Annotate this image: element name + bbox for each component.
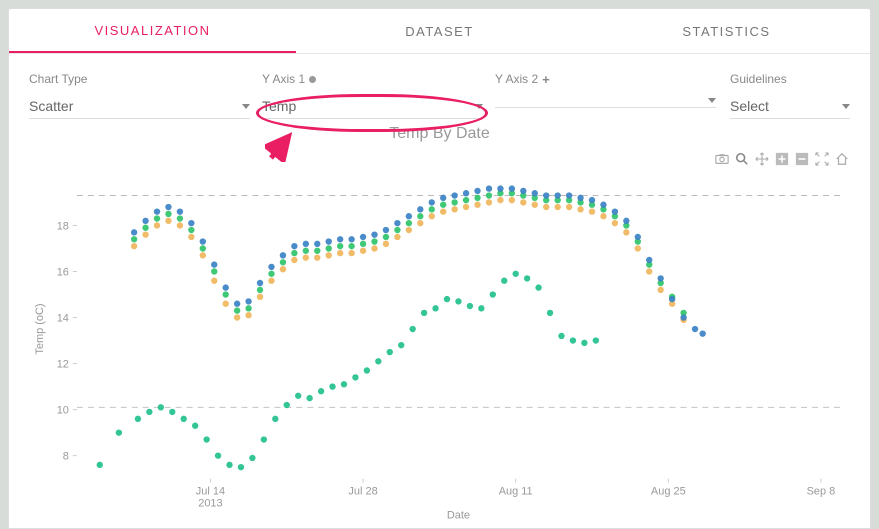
y-axis-1-select[interactable]: Temp [262,94,483,119]
zoom-out-icon[interactable] [794,151,810,167]
guidelines-label: Guidelines [730,72,850,86]
svg-text:Jul 28: Jul 28 [348,486,377,498]
guidelines-value: Select [730,98,769,114]
zoom-in-icon[interactable] [774,151,790,167]
svg-text:Aug 25: Aug 25 [651,486,686,498]
chart-toolbar [714,151,850,167]
tabs: VISUALIZATION DATASET STATISTICS [9,9,870,54]
y-axis-2-label: Y Axis 2 + [495,72,716,86]
svg-text:Temp (oC): Temp (oC) [34,303,46,354]
guidelines-select[interactable]: Select [730,94,850,119]
chart-type-select[interactable]: Scatter [29,94,250,119]
y-axis-1-label: Y Axis 1 [262,72,483,86]
svg-text:Date: Date [447,510,470,522]
home-icon[interactable] [834,151,850,167]
tab-dataset[interactable]: DATASET [296,9,583,53]
y-axis-2-select[interactable] [495,94,716,108]
tab-visualization[interactable]: VISUALIZATION [9,9,296,53]
chart-area: 8 10 12 14 16 18 Temp (oC) Jul 142013 Jul 28 Aug … [29,169,850,523]
svg-text:18: 18 [57,220,69,232]
chevron-down-icon [475,104,483,109]
chart-type-value: Scatter [29,98,73,114]
svg-text:Sep 8: Sep 8 [807,486,836,498]
camera-icon[interactable] [714,151,730,167]
pan-icon[interactable] [754,151,770,167]
svg-text:Aug 11: Aug 11 [499,486,533,498]
zoom-icon[interactable] [734,151,750,167]
svg-text:16: 16 [57,266,69,278]
svg-text:2013: 2013 [198,498,222,510]
svg-text:Jul 14: Jul 14 [196,486,225,498]
autoscale-icon[interactable] [814,151,830,167]
chevron-down-icon [242,104,250,109]
chevron-down-icon [708,98,716,103]
plus-icon[interactable]: + [542,76,550,83]
svg-text:10: 10 [57,405,69,417]
scatter-chart[interactable]: 8 10 12 14 16 18 Temp (oC) Jul 142013 Jul 28 Aug … [29,169,850,523]
controls-row: Chart Type Scatter Y Axis 1 Temp [9,54,870,123]
dot-icon [309,76,316,83]
y-axis-1-value: Temp [262,98,296,114]
svg-text:14: 14 [57,313,69,325]
tab-statistics[interactable]: STATISTICS [583,9,870,53]
svg-text:8: 8 [63,451,69,463]
main-panel: VISUALIZATION DATASET STATISTICS Chart T… [8,8,871,529]
svg-text:12: 12 [57,359,69,371]
chart-type-label: Chart Type [29,72,250,86]
chart-title: Temp By Date [9,125,870,143]
chevron-down-icon [842,104,850,109]
